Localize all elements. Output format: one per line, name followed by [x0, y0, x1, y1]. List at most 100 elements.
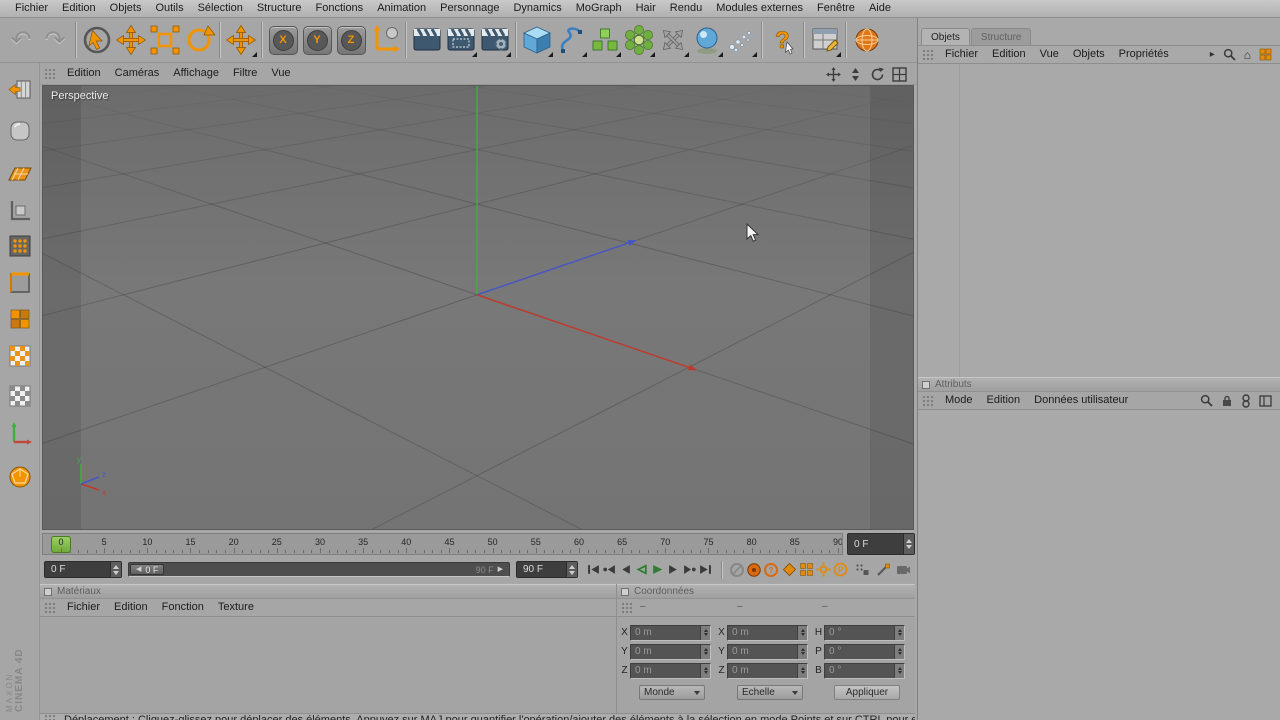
viewport-menu-edition[interactable]: Edition [60, 65, 108, 82]
coord-field-rotation-p[interactable]: 0 ° [824, 644, 905, 660]
scale-dropdown[interactable]: Echelle [737, 685, 803, 700]
live-selection-button[interactable] [80, 20, 114, 60]
viewport[interactable]: Perspective yxz [42, 85, 914, 530]
viewport-menu-filtre[interactable]: Filtre [226, 65, 264, 82]
help-button[interactable]: ? [766, 20, 800, 60]
lock-y-axis-button[interactable]: Y [300, 20, 334, 60]
attributes-menu-donnees-utilisateur[interactable]: Données utilisateur [1027, 392, 1135, 409]
lock-icon[interactable] [1221, 394, 1233, 407]
points-mode-button[interactable] [7, 233, 33, 259]
texture-mode-button[interactable] [7, 161, 33, 187]
menu-objets[interactable]: Objets [103, 0, 149, 17]
coord-system-button[interactable] [368, 20, 402, 60]
menu-mograph[interactable]: MoGraph [569, 0, 629, 17]
panel-checkbox-icon[interactable] [621, 588, 629, 596]
menu-aide[interactable]: Aide [862, 0, 898, 17]
toggle-view-button[interactable] [891, 66, 907, 82]
spinner-arrows-icon[interactable] [700, 626, 710, 640]
snap-tool-button[interactable] [875, 562, 890, 578]
timeline-slider-handle[interactable]: ◀ 0 F [130, 564, 164, 575]
add-particles-button[interactable] [724, 20, 758, 60]
workplane-mode-button[interactable] [7, 198, 33, 224]
add-cube-button[interactable] [520, 20, 554, 60]
materials-menu-texture[interactable]: Texture [211, 599, 261, 616]
drag-handle-icon[interactable] [922, 49, 935, 61]
browser-button[interactable] [850, 20, 884, 60]
timeline-slider[interactable]: ◀ 0 F 90 F ▶ [128, 562, 510, 577]
panel-icon[interactable] [1259, 395, 1272, 407]
key-grid-button[interactable] [799, 562, 814, 578]
render-region-button[interactable] [444, 20, 478, 60]
menu-edition[interactable]: Edition [55, 0, 103, 17]
goto-start-button[interactable] [586, 562, 601, 578]
menu-structure[interactable]: Structure [250, 0, 309, 17]
menu-dynamics[interactable]: Dynamics [506, 0, 568, 17]
last-tool-button[interactable] [224, 20, 258, 60]
spinner-arrows-icon[interactable] [700, 664, 710, 678]
redo-button[interactable]: ↷ [38, 20, 72, 60]
rotate-tool-button[interactable] [182, 20, 216, 60]
materials-menu-fichier[interactable]: Fichier [60, 599, 107, 616]
spinner-arrows-icon[interactable] [894, 645, 904, 659]
render-settings-button[interactable] [478, 20, 512, 60]
viewport-menu-cameras[interactable]: Caméras [108, 65, 167, 82]
coord-field-size-x[interactable]: 0 m [727, 625, 808, 641]
make-editable-button[interactable] [7, 78, 33, 104]
apply-button[interactable]: Appliquer [834, 685, 900, 700]
model-mode-button[interactable] [7, 118, 33, 144]
scale-tool-button[interactable] [148, 20, 182, 60]
move-tool-button[interactable] [114, 20, 148, 60]
autokey-button[interactable] [746, 562, 761, 578]
spinner-arrows-icon[interactable] [894, 626, 904, 640]
menu-personnage[interactable]: Personnage [433, 0, 506, 17]
add-environment-button[interactable] [690, 20, 724, 60]
timeline-ruler[interactable]: 051015202530354045505560657075808590 [42, 533, 843, 555]
key-camera-button[interactable] [896, 562, 911, 578]
add-deformer-button[interactable] [656, 20, 690, 60]
snapping-button[interactable] [7, 464, 33, 490]
flyout-chevron-icon[interactable]: ▸ [1210, 50, 1215, 60]
menu-modules-externes[interactable]: Modules externes [709, 0, 810, 17]
menu-fonctions[interactable]: Fonctions [308, 0, 370, 17]
drag-handle-icon[interactable] [44, 602, 57, 614]
play-backward-button[interactable] [634, 562, 649, 578]
tab-objets[interactable]: Objets [921, 28, 970, 45]
menu-animation[interactable]: Animation [370, 0, 433, 17]
range-end-field[interactable]: 90 F [516, 561, 578, 578]
object-axis-mode-button[interactable] [7, 420, 33, 446]
viewport-menu-affichage[interactable]: Affichage [166, 65, 226, 82]
key-parameters-button[interactable] [816, 562, 831, 578]
materials-menu-edition[interactable]: Edition [107, 599, 155, 616]
next-frame-button[interactable] [666, 562, 681, 578]
panel-checkbox-icon[interactable] [922, 381, 930, 389]
world-dropdown[interactable]: Monde [639, 685, 705, 700]
menu-fenetre[interactable]: Fenêtre [810, 0, 862, 17]
record-selection-button[interactable]: ? [763, 562, 778, 578]
menu-selection[interactable]: Sélection [191, 0, 250, 17]
next-key-button[interactable] [682, 562, 697, 578]
attributes-menu-edition[interactable]: Edition [980, 392, 1028, 409]
undo-button[interactable]: ↶ [4, 20, 38, 60]
menu-fichier[interactable]: Fichier [8, 0, 55, 17]
polygons-mode-button[interactable] [7, 306, 33, 332]
record-settings-button[interactable] [854, 562, 869, 578]
objects-menu-vue[interactable]: Vue [1033, 46, 1066, 63]
render-view-button[interactable] [410, 20, 444, 60]
coord-field-position-x[interactable]: 0 m [630, 625, 711, 641]
menu-rendu[interactable]: Rendu [663, 0, 709, 17]
objects-menu-fichier[interactable]: Fichier [938, 46, 985, 63]
rotate-view-button[interactable] [869, 66, 885, 82]
spinner-arrows-icon[interactable] [700, 645, 710, 659]
prev-frame-button[interactable] [618, 562, 633, 578]
add-array-button[interactable] [588, 20, 622, 60]
objects-menu-edition[interactable]: Edition [985, 46, 1033, 63]
key-position-button[interactable] [782, 562, 797, 578]
search-icon[interactable] [1223, 48, 1236, 61]
range-start-field[interactable]: 0 F [44, 561, 122, 578]
layout-grid-icon[interactable] [1259, 48, 1272, 61]
panel-checkbox-icon[interactable] [44, 588, 52, 596]
coord-field-size-y[interactable]: 0 m [727, 644, 808, 660]
prev-key-button[interactable] [602, 562, 617, 578]
drag-handle-icon[interactable] [44, 68, 57, 80]
spinner-arrows-icon[interactable] [110, 562, 121, 577]
